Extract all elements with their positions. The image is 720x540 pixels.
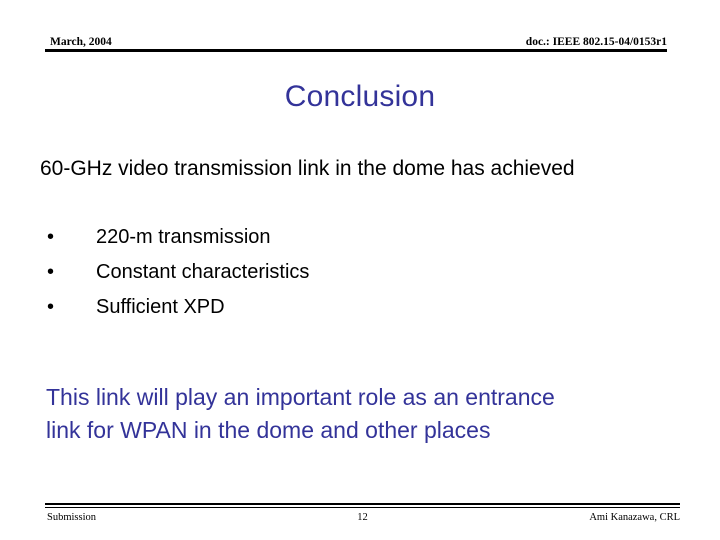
closing-statement-line-2: link for WPAN in the dome and other plac… (46, 417, 491, 443)
list-item: • Sufficient XPD (40, 294, 660, 329)
slide-header: March, 2004 doc.: IEEE 802.15-04/0153r1 (45, 30, 667, 52)
header-document-number: doc.: IEEE 802.15-04/0153r1 (525, 36, 667, 48)
list-item-label: Constant characteristics (96, 261, 310, 283)
header-date: March, 2004 (50, 36, 112, 48)
closing-statement: This link will play an important role as… (46, 381, 686, 447)
bullet-point-icon: • (47, 226, 55, 248)
bullet-point-icon: • (47, 296, 55, 318)
header-divider (45, 49, 667, 52)
slide: March, 2004 doc.: IEEE 802.15-04/0153r1 … (0, 0, 720, 540)
closing-statement-line-1: This link will play an important role as… (46, 384, 555, 410)
footer-page-number: 12 (357, 512, 368, 523)
bullet-point-icon: • (47, 261, 55, 283)
list-item: • Constant characteristics (40, 259, 660, 294)
slide-footer: Submission 12 Ami Kanazawa, CRL (45, 503, 680, 531)
list-item-label: 220-m transmission (96, 226, 271, 248)
footer-divider-thick (45, 503, 680, 505)
footer-divider-thin (45, 507, 680, 508)
footer-author: Ami Kanazawa, CRL (589, 512, 680, 523)
lead-statement: 60-GHz video transmission link in the do… (40, 157, 575, 180)
page-title: Conclusion (284, 80, 436, 113)
bullet-list: • 220-m transmission • Constant characte… (40, 224, 660, 329)
list-item-label: Sufficient XPD (96, 296, 225, 318)
list-item: • 220-m transmission (40, 224, 660, 259)
